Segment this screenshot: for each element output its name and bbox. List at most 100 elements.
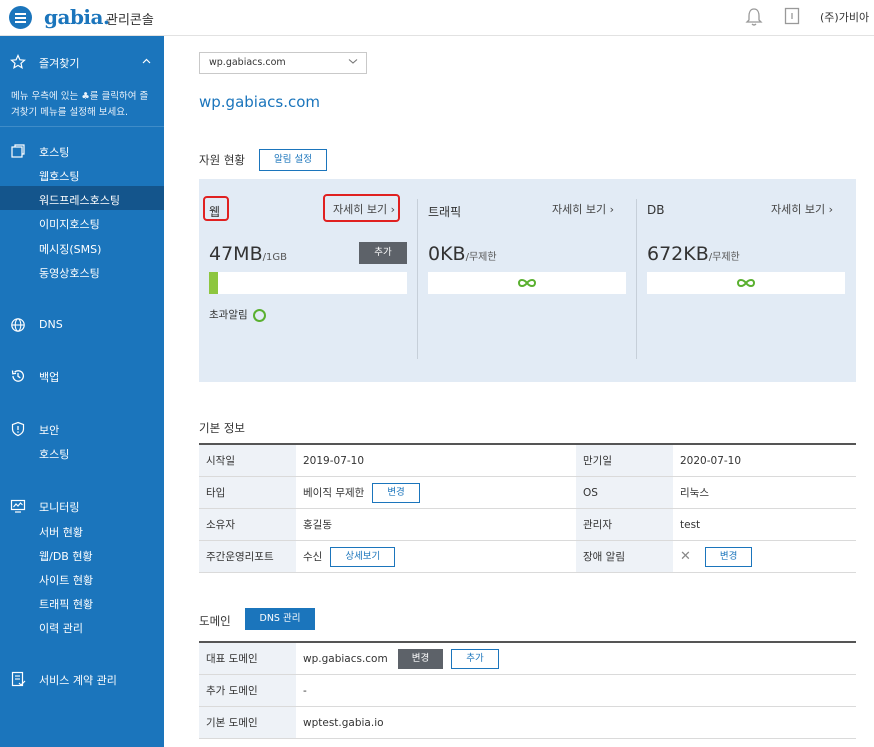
sidebar-item-site-status[interactable]: 사이트 현황	[39, 572, 93, 588]
type-label: 타입	[199, 476, 296, 509]
failure-alert-change-button[interactable]: 변경	[704, 546, 753, 567]
domain-add-button[interactable]: 추가	[451, 648, 499, 669]
console-label: 관리콘솔	[106, 13, 154, 28]
shield-icon	[11, 421, 25, 437]
db-detail-link[interactable]: 자세히 보기 ›	[771, 201, 833, 217]
domain-change-button[interactable]: 변경	[397, 648, 444, 669]
table-row: 기본 도메인 wptest.gabia.io	[199, 706, 856, 739]
resources-title: 자원 현황	[199, 153, 245, 167]
globe-icon	[11, 318, 25, 332]
chevron-right-icon: ›	[828, 203, 834, 216]
highlight-web-detail	[323, 194, 400, 222]
table-row: 대표 도메인 wp.gabiacs.com 변경 추가	[199, 642, 856, 675]
start-date-value: 2019-07-10	[296, 444, 576, 477]
backup-icon	[11, 370, 24, 382]
web-usage-bar	[209, 272, 407, 294]
chevron-down-icon	[348, 59, 358, 64]
additional-domain-value: -	[296, 674, 856, 707]
dns-manage-button[interactable]: DNS 관리	[245, 608, 315, 630]
type-cell: 베이직 무제한 변경	[296, 476, 576, 509]
sidebar-item-sms[interactable]: 메시징(SMS)	[39, 241, 101, 257]
web-usage-fill	[209, 272, 219, 294]
over-alert[interactable]: 초과알림	[209, 307, 266, 322]
chevron-up-icon[interactable]	[142, 58, 151, 64]
failure-alert-label: 장애 알림	[576, 540, 673, 573]
sidebar-item-traffic-status[interactable]: 트래픽 현황	[39, 596, 93, 612]
over-alert-label: 초과알림	[209, 309, 248, 321]
sidebar-item-image-hosting[interactable]: 이미지호스팅	[39, 216, 100, 232]
traffic-value: 0KB	[428, 243, 466, 265]
type-change-button[interactable]: 변경	[372, 482, 420, 503]
basic-info-title: 기본 정보	[199, 421, 245, 435]
sidebar-hosting[interactable]: 호스팅	[39, 144, 69, 160]
os-label: OS	[576, 476, 673, 509]
owner-value: 홍길동	[296, 508, 576, 541]
page-title: wp.gabiacs.com	[199, 93, 321, 111]
os-value: 리눅스	[673, 476, 856, 509]
monitor-icon	[10, 499, 26, 513]
domain-table: 대표 도메인 wp.gabiacs.com 변경 추가 추가 도메인 - 기본 도메…	[199, 641, 856, 739]
weekly-report-value: 수신	[303, 550, 323, 563]
db-detail-label: 자세히 보기	[771, 203, 826, 216]
sidebar-dns[interactable]: DNS	[39, 318, 63, 331]
domain-select[interactable]: wp.gabiacs.com	[199, 52, 367, 74]
hosting-icon	[11, 144, 25, 158]
default-domain-label: 기본 도메인	[199, 706, 296, 739]
favorites-note: 메뉴 우측에 있는 ♣를 클릭하여 즐겨찾기 메뉴를 설정해 보세요.	[11, 91, 149, 118]
sidebar-item-webdb-status[interactable]: 웹/DB 현황	[39, 548, 93, 564]
table-row: 주간운영리포트 수신 상세보기 장애 알림 ✕ 변경	[199, 540, 856, 573]
additional-domain-label: 추가 도메인	[199, 674, 296, 707]
domain-select-value: wp.gabiacs.com	[209, 57, 286, 68]
start-date-label: 시작일	[199, 444, 296, 477]
logo[interactable]: gabia.	[44, 5, 110, 29]
sidebar-item-security-hosting[interactable]: 호스팅	[39, 446, 69, 462]
report-detail-button[interactable]: 상세보기	[330, 546, 396, 567]
sidebar-backup[interactable]: 백업	[39, 369, 59, 385]
owner-label: 소유자	[199, 508, 296, 541]
type-value: 베이직 무제한	[303, 486, 365, 499]
sidebar-item-server-status[interactable]: 서버 현황	[39, 524, 83, 540]
admin-value: test	[673, 508, 856, 541]
primary-domain-value: wp.gabiacs.com	[303, 652, 388, 665]
weekly-report-cell: 수신 상세보기	[296, 540, 576, 573]
sidebar-item-web-hosting[interactable]: 웹호스팅	[39, 168, 79, 184]
traffic-detail-link[interactable]: 자세히 보기 ›	[552, 201, 614, 217]
db-title: DB	[647, 203, 665, 217]
db-usage-value: 672KB/무제한	[647, 243, 740, 265]
chevron-right-icon: ›	[609, 203, 615, 216]
default-domain-value: wptest.gabia.io	[296, 706, 856, 739]
traffic-usage-value: 0KB/무제한	[428, 243, 497, 265]
web-value: 47MB	[209, 243, 263, 265]
sidebar-contract[interactable]: 서비스 계약 관리	[39, 672, 117, 688]
close-icon: ✕	[680, 548, 691, 564]
infinity-icon	[736, 279, 756, 287]
sidebar: 즐겨찾기 메뉴 우측에 있는 ♣를 클릭하여 즐겨찾기 메뉴를 설정해 보세요.…	[0, 36, 164, 747]
divider	[417, 199, 418, 359]
document-icon[interactable]	[784, 7, 800, 25]
table-row: 추가 도메인 -	[199, 674, 856, 707]
bell-icon[interactable]	[745, 7, 763, 27]
expire-date-value: 2020-07-10	[673, 444, 856, 477]
weekly-report-label: 주간운영리포트	[199, 540, 296, 573]
db-unit: /무제한	[708, 252, 740, 263]
main-content: wp.gabiacs.com wp.gabiacs.com 자원 현황 알림 설…	[164, 36, 874, 747]
web-add-button[interactable]: 추가	[359, 242, 407, 264]
web-usage-value: 47MB/1GB	[209, 243, 287, 265]
sidebar-item-video-hosting[interactable]: 동영상호스팅	[39, 265, 100, 281]
top-bar: gabia. 관리콘솔 (주)가비아	[0, 0, 874, 36]
company-name[interactable]: (주)가비아	[820, 9, 869, 25]
menu-icon[interactable]	[9, 6, 32, 29]
divider	[636, 199, 637, 359]
sidebar-monitoring[interactable]: 모니터링	[39, 499, 79, 515]
table-row: 시작일 2019-07-10 만기일 2020-07-10	[199, 444, 856, 477]
sidebar-favorites[interactable]: 즐겨찾기	[39, 55, 79, 71]
traffic-unit: /무제한	[465, 252, 497, 263]
domain-title: 도메인	[199, 614, 231, 628]
admin-label: 관리자	[576, 508, 673, 541]
highlight-web	[203, 196, 229, 221]
sidebar-item-history[interactable]: 이력 관리	[39, 620, 83, 636]
alert-settings-button[interactable]: 알림 설정	[259, 149, 327, 171]
table-row: 소유자 홍길동 관리자 test	[199, 508, 856, 541]
sidebar-item-wordpress-hosting[interactable]: 워드프레스호스팅	[39, 192, 120, 208]
sidebar-security[interactable]: 보안	[39, 422, 59, 438]
